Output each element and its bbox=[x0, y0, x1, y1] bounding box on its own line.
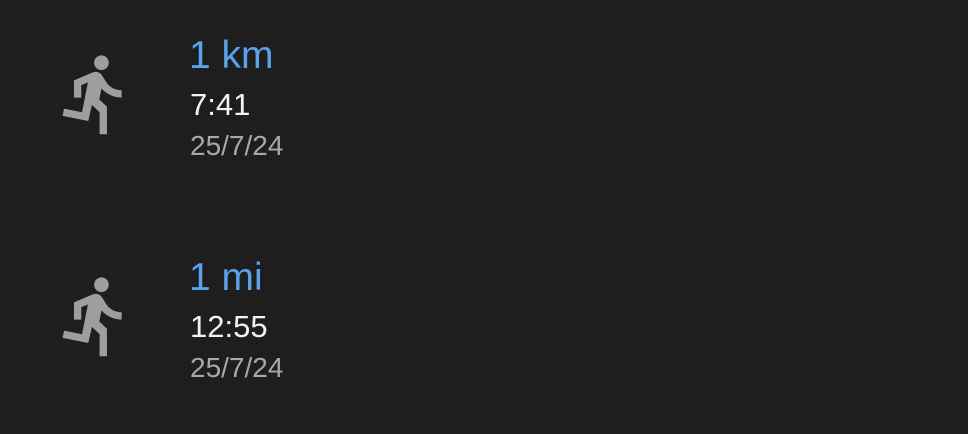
record-distance: 1 km bbox=[189, 34, 274, 77]
record-date: 25/7/24 bbox=[190, 130, 284, 161]
record-item-1km[interactable]: 1 km 7:41 25/7/24 bbox=[0, 0, 968, 200]
record-time: 7:41 bbox=[190, 87, 251, 122]
running-person-icon bbox=[52, 50, 140, 138]
record-date: 25/7/24 bbox=[190, 352, 284, 383]
record-time: 12:55 bbox=[190, 309, 268, 344]
running-person-icon bbox=[52, 272, 140, 360]
record-distance: 1 mi bbox=[189, 256, 263, 299]
record-item-1mi[interactable]: 1 mi 12:55 25/7/24 bbox=[0, 222, 968, 422]
